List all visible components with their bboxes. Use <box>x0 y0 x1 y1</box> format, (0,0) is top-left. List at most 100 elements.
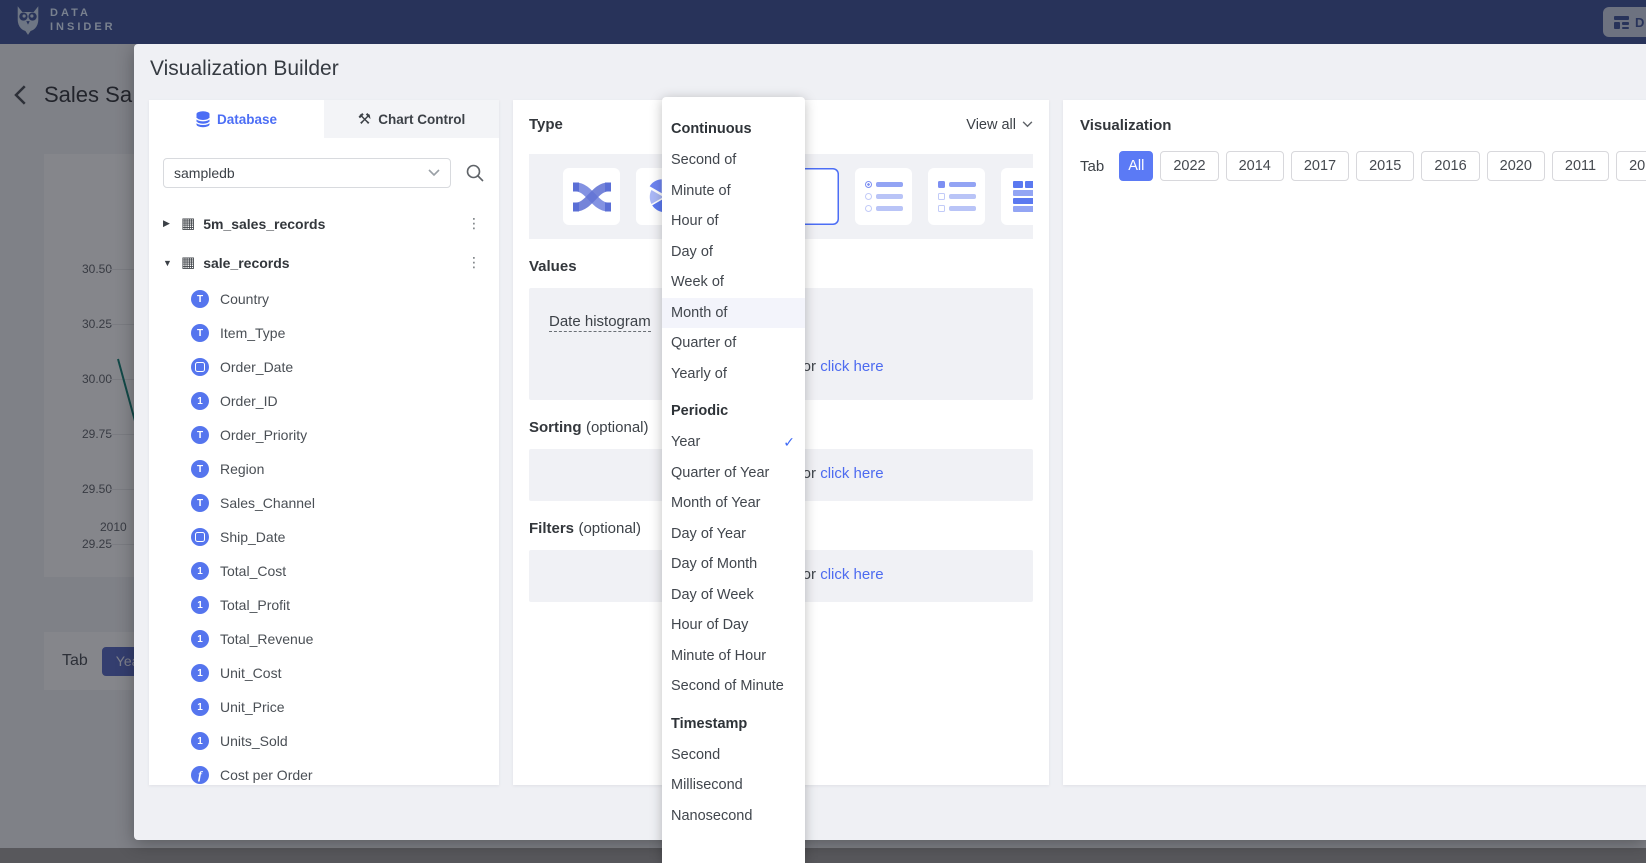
dropdown-item[interactable]: Millisecond <box>662 770 805 801</box>
dropdown-item[interactable]: Month of <box>662 298 805 329</box>
radio-glyph <box>865 193 872 200</box>
dropdown-item-label: Second of Minute <box>671 671 784 702</box>
dropdown-item[interactable]: Second <box>662 740 805 771</box>
field-row[interactable]: TRegion <box>163 452 485 486</box>
tab-row-label: Tab <box>1080 158 1104 175</box>
schema-tree: ▶▦5m_sales_records⋮▼▦sale_records⋮TCount… <box>163 204 485 785</box>
search-button[interactable] <box>465 163 485 183</box>
chart-type-tile-data-table[interactable] <box>1001 168 1033 225</box>
dropdown-item[interactable]: Second of <box>662 145 805 176</box>
field-row[interactable]: Ship_Date <box>163 520 485 554</box>
dropdown-item[interactable]: Minute of <box>662 176 805 207</box>
chart-type-tile-multi-choice-list[interactable] <box>928 168 985 225</box>
field-row[interactable]: 1Total_Profit <box>163 588 485 622</box>
table-row[interactable]: ▼▦sale_records⋮ <box>163 243 485 282</box>
dropdown-item[interactable]: Quarter of Year <box>662 458 805 489</box>
visualization-panel: Visualization Tab All2022201420172015201… <box>1063 100 1646 785</box>
field-row[interactable]: TCountry <box>163 282 485 316</box>
list-row <box>865 205 903 212</box>
table-name: sale_records <box>203 255 459 271</box>
viz-tab-2019[interactable]: 2019 <box>1616 151 1646 181</box>
dropdown-item[interactable]: Year✓ <box>662 427 805 458</box>
dropdown-item-label: Month of <box>671 298 727 329</box>
dashboard-button-label: D <box>1635 15 1644 30</box>
dropdown-item[interactable]: Second of Minute <box>662 671 805 702</box>
view-all-button[interactable]: View all <box>966 117 1033 133</box>
dropdown-item-label: Year <box>671 427 700 458</box>
tools-icon: ⚒ <box>358 112 371 127</box>
chart-type-tile-sankey[interactable] <box>563 168 620 225</box>
field-row[interactable]: TOrder_Priority <box>163 418 485 452</box>
field-row[interactable]: 1Order_ID <box>163 384 485 418</box>
database-panel: Database ⚒ Chart Control sampledb <box>149 100 499 785</box>
radio-glyph <box>865 181 872 188</box>
table-name: 5m_sales_records <box>203 216 459 232</box>
caret-right-icon[interactable]: ▶ <box>163 218 173 229</box>
click-here-link[interactable]: click here <box>820 358 883 375</box>
date-field-icon <box>191 358 209 376</box>
tab-database[interactable]: Database <box>149 100 324 138</box>
dropdown-item[interactable]: Day of Month <box>662 549 805 580</box>
bar-glyph <box>876 182 903 187</box>
viz-tab-2020[interactable]: 2020 <box>1487 151 1545 181</box>
viz-tab-2016[interactable]: 2016 <box>1421 151 1479 181</box>
dropdown-item[interactable]: Quarter of <box>662 328 805 359</box>
background-bottom-strip <box>0 848 1646 863</box>
list-row <box>938 193 976 200</box>
dropdown-item[interactable]: Day of <box>662 237 805 268</box>
owl-logo-icon <box>14 4 42 36</box>
field-row[interactable]: 1Total_Revenue <box>163 622 485 656</box>
panel-tabs: Database ⚒ Chart Control <box>149 100 499 138</box>
dropdown-item[interactable]: Hour of <box>662 206 805 237</box>
filters-optional-suffix: (optional) <box>578 520 641 537</box>
dropdown-item[interactable]: Hour of Day <box>662 610 805 641</box>
checkbox-glyph <box>938 205 945 212</box>
brand-text: DATA INSIDER <box>50 6 116 34</box>
dropdown-item[interactable]: Week of <box>662 267 805 298</box>
tab-chart-control-label: Chart Control <box>378 112 465 127</box>
field-row[interactable]: 1Unit_Price <box>163 690 485 724</box>
kebab-menu-icon[interactable]: ⋮ <box>467 254 485 271</box>
dropdown-item[interactable]: Minute of Hour <box>662 641 805 672</box>
click-here-link[interactable]: click here <box>820 566 883 583</box>
dropdown-item[interactable]: Yearly of <box>662 359 805 390</box>
click-here-link[interactable]: click here <box>820 465 883 482</box>
field-row[interactable]: TItem_Type <box>163 316 485 350</box>
dropdown-item[interactable]: Day of Year <box>662 519 805 550</box>
field-name: Ship_Date <box>220 529 285 545</box>
year-tabs-row: Tab All202220142017201520162020201120192 <box>1080 151 1646 181</box>
database-select[interactable]: sampledb <box>163 158 451 188</box>
table-row[interactable]: ▶▦5m_sales_records⋮ <box>163 204 485 243</box>
viz-tab-2014[interactable]: 2014 <box>1226 151 1284 181</box>
field-row[interactable]: fCost per Order <box>163 758 485 785</box>
field-row[interactable]: 1Total_Cost <box>163 554 485 588</box>
viz-tab-2022[interactable]: 2022 <box>1160 151 1218 181</box>
number-field-icon: 1 <box>191 664 209 682</box>
field-row[interactable]: 1Units_Sold <box>163 724 485 758</box>
field-row[interactable]: Order_Date <box>163 350 485 384</box>
kebab-menu-icon[interactable]: ⋮ <box>467 215 485 232</box>
chart-type-tile-single-choice-list[interactable] <box>855 168 912 225</box>
date-histogram-link[interactable]: Date histogram <box>549 313 651 332</box>
caret-down-icon[interactable]: ▼ <box>163 258 173 268</box>
chevron-down-icon <box>428 169 440 177</box>
data-table-icon <box>1013 181 1034 212</box>
field-row[interactable]: 1Unit_Cost <box>163 656 485 690</box>
dropdown-item-label: Second of <box>671 145 736 176</box>
dropdown-group-header: Continuous <box>662 114 805 145</box>
viz-tab-2011[interactable]: 2011 <box>1552 151 1609 181</box>
dropdown-item[interactable]: Month of Year <box>662 488 805 519</box>
viz-tab-all[interactable]: All <box>1119 151 1153 181</box>
dropdown-item[interactable]: Nanosecond <box>662 801 805 832</box>
cell <box>1013 181 1023 188</box>
app-logo[interactable]: DATA INSIDER <box>14 4 116 36</box>
dropdown-item-label: Week of <box>671 267 724 298</box>
dropdown-item[interactable]: Day of Week <box>662 580 805 611</box>
viz-tab-2017[interactable]: 2017 <box>1291 151 1349 181</box>
tab-chart-control[interactable]: ⚒ Chart Control <box>324 100 499 138</box>
dropdown-item-label: Minute of Hour <box>671 641 766 672</box>
dashboard-button[interactable]: D <box>1603 7 1646 37</box>
field-row[interactable]: TSales_Channel <box>163 486 485 520</box>
viz-tab-2015[interactable]: 2015 <box>1356 151 1414 181</box>
bar-glyph <box>949 206 976 211</box>
